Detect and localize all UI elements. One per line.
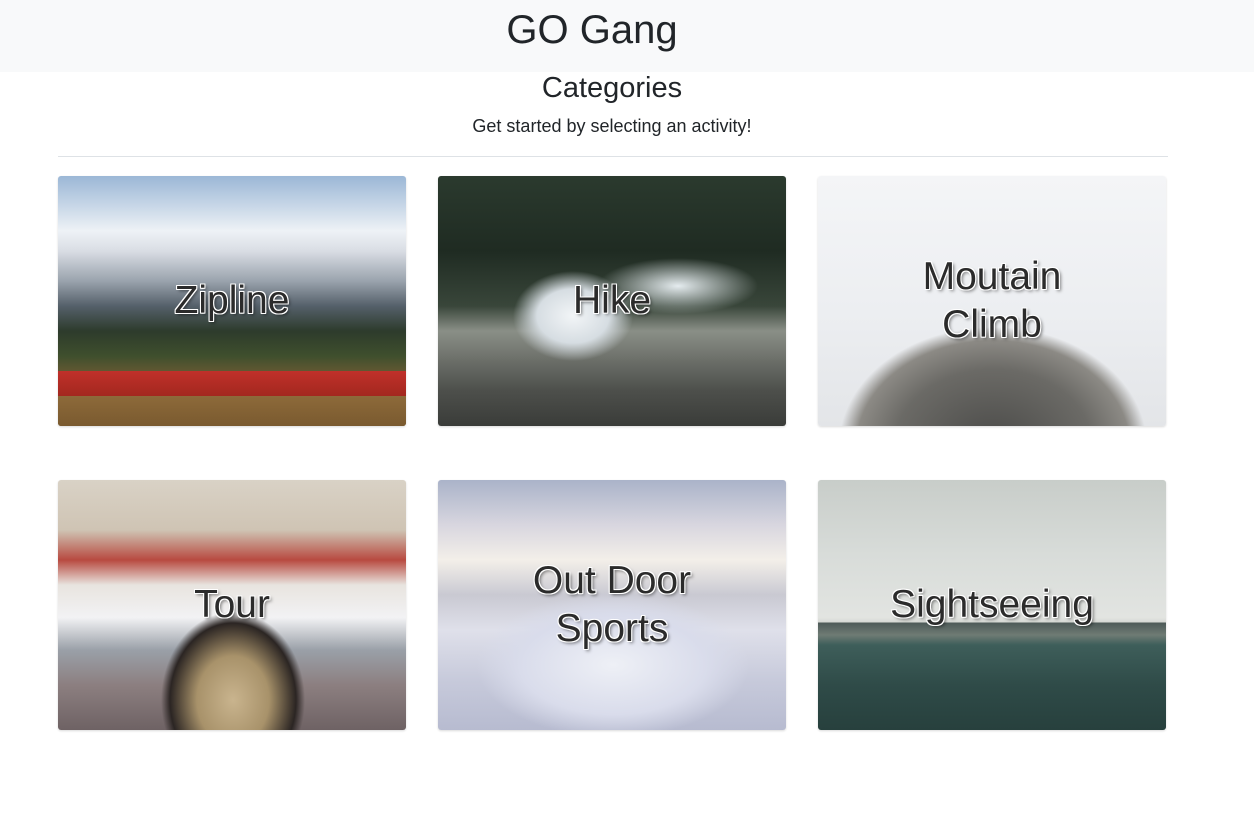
- category-label: Out Door Sports: [458, 480, 766, 730]
- category-label-line: Sightseeing: [890, 583, 1094, 626]
- category-label-line: Zipline: [174, 279, 290, 322]
- navbar: GO Gang: [0, 0, 1254, 72]
- category-label: Zipline: [78, 176, 386, 426]
- category-label: Hike: [458, 176, 766, 426]
- category-label: Sightseeing: [838, 480, 1146, 730]
- category-label-line: Moutain: [922, 255, 1062, 298]
- category-label: Tour: [78, 480, 386, 730]
- page-subheading: Get started by selecting an activity!: [472, 116, 752, 136]
- page-heading: Categories: [541, 72, 683, 104]
- category-card-mountain-climb[interactable]: Moutain Climb: [818, 176, 1166, 426]
- category-label-line: Hike: [572, 279, 652, 322]
- category-card-sightseeing[interactable]: Sightseeing: [818, 480, 1166, 730]
- category-label: Moutain Climb: [838, 176, 1146, 426]
- category-label-line: Climb: [942, 303, 1042, 346]
- category-card-zipline[interactable]: Zipline: [58, 176, 406, 426]
- category-card-outdoor-sports[interactable]: Out Door Sports: [438, 480, 786, 730]
- divider: [58, 156, 1168, 157]
- category-label-line: Out Door: [532, 559, 692, 602]
- category-label-line: Sports: [555, 607, 669, 650]
- category-label-line: Tour: [194, 583, 270, 626]
- brand-title[interactable]: GO Gang: [0, 0, 1184, 64]
- category-card-tour[interactable]: Tour: [58, 480, 406, 730]
- category-card-hike[interactable]: Hike: [438, 176, 786, 426]
